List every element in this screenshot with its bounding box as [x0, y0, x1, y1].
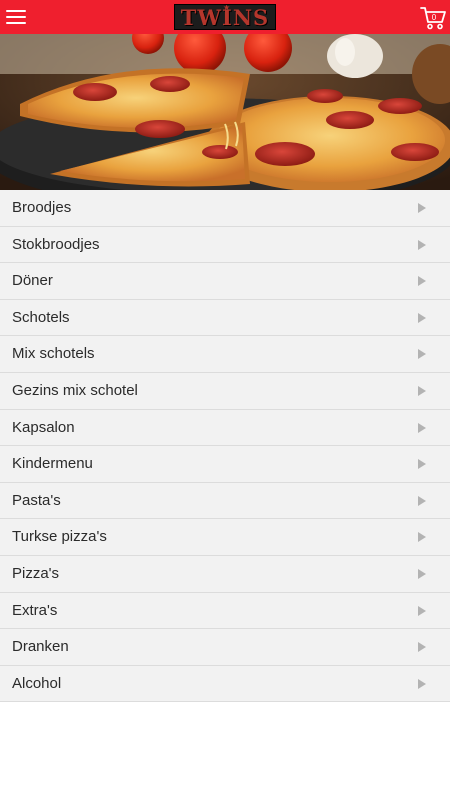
chevron-right-icon [418, 203, 426, 213]
menu-item-broodjes[interactable]: Broodjes [0, 190, 450, 227]
menu-item-label: Kindermenu [12, 455, 93, 473]
chevron-right-icon [418, 349, 426, 360]
menu-item-label: Mix schotels [12, 345, 95, 363]
cart-count-badge: 0 [431, 13, 437, 22]
menu-item-label: Dranken [12, 638, 69, 656]
menu-item-pastas[interactable]: Pasta's [0, 482, 450, 520]
menu-item-label: Stokbroodjes [12, 235, 100, 253]
shopping-cart-button[interactable]: 0 [420, 5, 447, 31]
menu-item-kindermenu[interactable]: Kindermenu [0, 446, 450, 483]
hamburger-menu-icon[interactable] [6, 7, 28, 27]
menu-item-doner[interactable]: Döner [0, 263, 450, 300]
chevron-right-icon [418, 239, 426, 250]
menu-item-dranken[interactable]: Dranken [0, 629, 450, 666]
menu-item-label: Gezins mix schotel [12, 381, 138, 399]
chevron-right-icon [418, 532, 426, 543]
menu-item-label: Döner [12, 272, 53, 290]
menu-item-mix-schotels[interactable]: Mix schotels [0, 336, 450, 373]
logo-star-icon: ★ [223, 4, 231, 12]
menu-item-label: Pasta's [12, 491, 61, 509]
pizza-banner-image [0, 34, 450, 190]
chevron-right-icon [418, 678, 426, 689]
chevron-right-icon [418, 276, 426, 287]
chevron-right-icon [418, 605, 426, 616]
chevron-right-icon [418, 459, 426, 470]
chevron-right-icon [418, 568, 426, 579]
menu-item-turkse-pizzas[interactable]: Turkse pizza's [0, 519, 450, 556]
chevron-right-icon [418, 385, 426, 396]
chevron-right-icon [418, 312, 426, 323]
menu-item-label: Schotels [12, 308, 70, 326]
menu-item-label: Pizza's [12, 564, 60, 582]
menu-item-alcohol[interactable]: Alcohol [0, 665, 450, 703]
menu-item-label: Alcohol [12, 674, 62, 692]
brand-logo[interactable]: ★ TWINS [174, 4, 276, 30]
menu-item-label: Kapsalon [12, 418, 75, 436]
menu-item-label: Turkse pizza's [12, 528, 107, 546]
chevron-right-icon [418, 422, 426, 433]
menu-item-stokbroodjes[interactable]: Stokbroodjes [0, 226, 450, 264]
menu-item-label: Extra's [12, 601, 58, 619]
menu-item-kapsalon[interactable]: Kapsalon [0, 409, 450, 447]
menu-item-label: Broodjes [12, 199, 72, 216]
category-menu-list: Broodjes Stokbroodjes Döner Schotels Mix… [0, 190, 450, 703]
menu-item-extras[interactable]: Extra's [0, 592, 450, 630]
chevron-right-icon [418, 495, 426, 506]
menu-item-gezins-mix-schotel[interactable]: Gezins mix schotel [0, 372, 450, 410]
menu-item-pizzas[interactable]: Pizza's [0, 555, 450, 593]
app-header: ★ TWINS 0 [0, 0, 450, 34]
menu-item-schotels[interactable]: Schotels [0, 299, 450, 337]
chevron-right-icon [418, 642, 426, 653]
